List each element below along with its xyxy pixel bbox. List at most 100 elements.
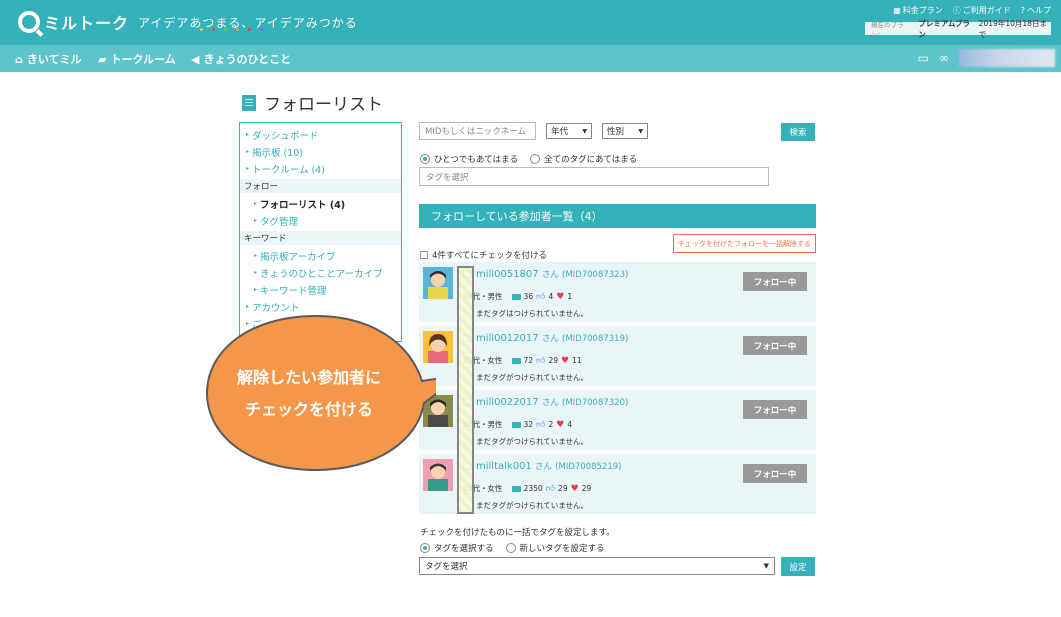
username: mill0022017 xyxy=(476,397,539,408)
gender-select-value: 性別 xyxy=(607,127,625,137)
search-button[interactable]: 検索 xyxy=(781,123,815,141)
sidebar-item-board[interactable]: 掲示板 (10) xyxy=(240,143,401,160)
sidebar-item-keyword-manage[interactable]: キーワード管理 xyxy=(240,281,401,298)
row-tags: まだタグがつけられていません。 xyxy=(476,501,589,510)
username-link[interactable]: mill0022017 さん (MID70087320) xyxy=(476,396,628,408)
radio-all[interactable] xyxy=(530,154,541,164)
match-radio-row: ひとつでもあてはまる 全てのタグにあてはまる xyxy=(420,153,637,165)
check-all-checkbox[interactable] xyxy=(420,251,428,259)
user-avatar[interactable] xyxy=(959,49,1055,67)
plan-label: 現在のプラン： xyxy=(871,20,904,39)
heart-count: 4 xyxy=(567,420,573,429)
nav-item-hitokoto[interactable]: ◀ きょうのひとこと xyxy=(191,51,291,67)
sidebar-item-talkroom[interactable]: トークルーム (4) xyxy=(240,160,401,177)
chat-count: 36 xyxy=(523,292,534,301)
row-meta: 20代・女性 72 👍︎ 29 ♥ 11 xyxy=(463,355,582,366)
nav-label: トークルーム xyxy=(110,53,176,66)
callout-line2: チェックを付ける xyxy=(244,400,373,419)
building-icon xyxy=(242,94,256,111)
tag-filter-input[interactable]: タグを選択 xyxy=(419,167,769,186)
username: milltalk001 xyxy=(476,461,532,472)
sidebar-item-dashboard[interactable]: ダッシュボード xyxy=(240,126,401,143)
pricing-label: 料金プラン xyxy=(902,6,943,15)
filter-row: MIDもしくはニックネーム 年代 ▼ 性別 ▼ xyxy=(419,122,648,140)
username-link[interactable]: milltalk001 さん (MID70085219) xyxy=(476,460,621,472)
thumbs-up-icon: 👍︎ xyxy=(536,419,546,430)
nav-label: きいてミル xyxy=(26,53,82,66)
username-link[interactable]: mill0012017 さん (MID70087319) xyxy=(476,332,628,344)
pricing-link[interactable]: ▦ 料金プラン xyxy=(893,5,943,16)
following-button[interactable]: フォロー中 xyxy=(743,336,807,355)
mid-label: (MID70087323) xyxy=(562,270,629,280)
sidebar-item-hitokoto-archive[interactable]: きょうのひとことアーカイブ xyxy=(240,264,401,281)
mid-label: (MID70087319) xyxy=(562,334,629,344)
logo-mark-icon xyxy=(18,11,40,33)
unfollow-all-button[interactable]: チェックを付けたフォローを一括解除する xyxy=(673,234,816,253)
row-tags: まだタグがつけられていません。 xyxy=(476,373,589,382)
radio-select-tag[interactable] xyxy=(420,543,430,553)
row-tags: まだタグはつけられていません。 xyxy=(476,309,589,318)
dot-icon xyxy=(212,28,215,31)
chevron-down-icon: ▼ xyxy=(763,562,769,570)
following-button[interactable]: フォロー中 xyxy=(743,400,807,419)
san-label: さん xyxy=(534,462,552,472)
help-link[interactable]: ? ヘルプ xyxy=(1021,5,1051,16)
chat-icon xyxy=(511,485,521,492)
thumbs-up-icon: 👍︎ xyxy=(545,483,556,494)
thumb-count: 29 xyxy=(548,356,559,365)
guide-label: ご利用ガイド xyxy=(962,6,1011,15)
top-links: ▦ 料金プラン ⓘ ご利用ガイド ? ヘルプ xyxy=(893,5,1051,16)
mid-search-input[interactable]: MIDもしくはニックネーム xyxy=(419,122,536,140)
thumb-count: 29 xyxy=(558,484,568,493)
age-select-value: 年代 xyxy=(551,127,569,137)
nav-item-kiitemiru[interactable]: ⌂ きいてミル xyxy=(15,51,82,67)
bulk-tag-radios: タグを選択する 新しいタグを設定する xyxy=(420,542,605,554)
sidebar-section-follow: フォロー xyxy=(240,179,401,193)
nav-item-talkroom[interactable]: ▰ トークルーム xyxy=(98,51,176,67)
thumbs-up-icon: 👍︎ xyxy=(536,291,546,302)
username-link[interactable]: mill0051807 さん (MID70087323) xyxy=(476,268,628,280)
following-button[interactable]: フォロー中 xyxy=(743,464,807,483)
chevron-down-icon: ▼ xyxy=(582,127,587,135)
gender-select[interactable]: 性別 ▼ xyxy=(602,123,648,139)
avatar[interactable] xyxy=(423,267,453,299)
radio-new-tag[interactable] xyxy=(505,543,516,553)
logo[interactable]: ミルトーク xyxy=(18,10,129,34)
radio-any-label: ひとつでもあてはまる xyxy=(434,155,519,165)
sidebar-item-board-archive[interactable]: 掲示板アーカイブ xyxy=(240,247,401,264)
message-icon[interactable]: ▭ xyxy=(918,51,929,65)
chat-count: 72 xyxy=(523,356,534,365)
megaphone-icon: ◀ xyxy=(191,52,200,66)
bulk-tag-select[interactable]: タグを選択 ▼ xyxy=(419,557,775,575)
chat-count: 32 xyxy=(523,420,534,429)
nav-label: きょうのひとこと xyxy=(203,53,292,66)
age-select[interactable]: 年代 ▼ xyxy=(546,123,592,139)
san-label: さん xyxy=(541,334,559,344)
set-button[interactable]: 設定 xyxy=(781,557,815,576)
sidebar-item-tag-manage[interactable]: タグ管理 xyxy=(240,212,401,229)
list-item: mill0051807 さん (MID70087323) 30代・男性 36 👍… xyxy=(419,262,816,322)
row-tags: まだタグがつけられていません。 xyxy=(476,437,589,446)
plan-name: プレミアムプラン xyxy=(918,18,970,39)
radio-new-tag-label: 新しいタグを設定する xyxy=(519,544,605,554)
help-label: ヘルプ xyxy=(1027,6,1051,15)
chevron-down-icon: ▼ xyxy=(638,127,643,135)
row-meta: 10代・女性 2350 👍︎ 29 ♥ 29 xyxy=(463,483,591,494)
thumb-count: 4 xyxy=(548,292,554,301)
users-icon[interactable]: ∞ xyxy=(939,51,949,65)
sidebar: ダッシュボード 掲示板 (10) トークルーム (4) フォロー フォローリスト… xyxy=(239,122,402,342)
page-title-text: フォローリスト xyxy=(264,95,383,115)
chat-icon xyxy=(511,421,521,428)
sidebar-item-follow-list[interactable]: フォローリスト (4) xyxy=(240,195,401,212)
row-meta: 30代・男性 32 👍︎ 2 ♥ 4 xyxy=(463,419,572,430)
sidebar-section-keyword: キーワード xyxy=(240,231,401,245)
chat-icon xyxy=(511,293,521,300)
radio-any[interactable] xyxy=(420,154,430,164)
top-bar: ミルトーク アイデアあつまる、アイデアみつかる ▦ 料金プラン ⓘ ご利用ガイド ?… xyxy=(0,0,1061,45)
chat-icon xyxy=(511,357,521,364)
guide-link[interactable]: ⓘ ご利用ガイド xyxy=(953,5,1011,16)
checkbox-column-highlight xyxy=(457,266,474,514)
following-button[interactable]: フォロー中 xyxy=(743,272,807,291)
list-item: mill0022017 さん (MID70087320) 30代・男性 32 👍… xyxy=(419,390,816,450)
thumbs-up-icon: 👍︎ xyxy=(536,355,546,366)
